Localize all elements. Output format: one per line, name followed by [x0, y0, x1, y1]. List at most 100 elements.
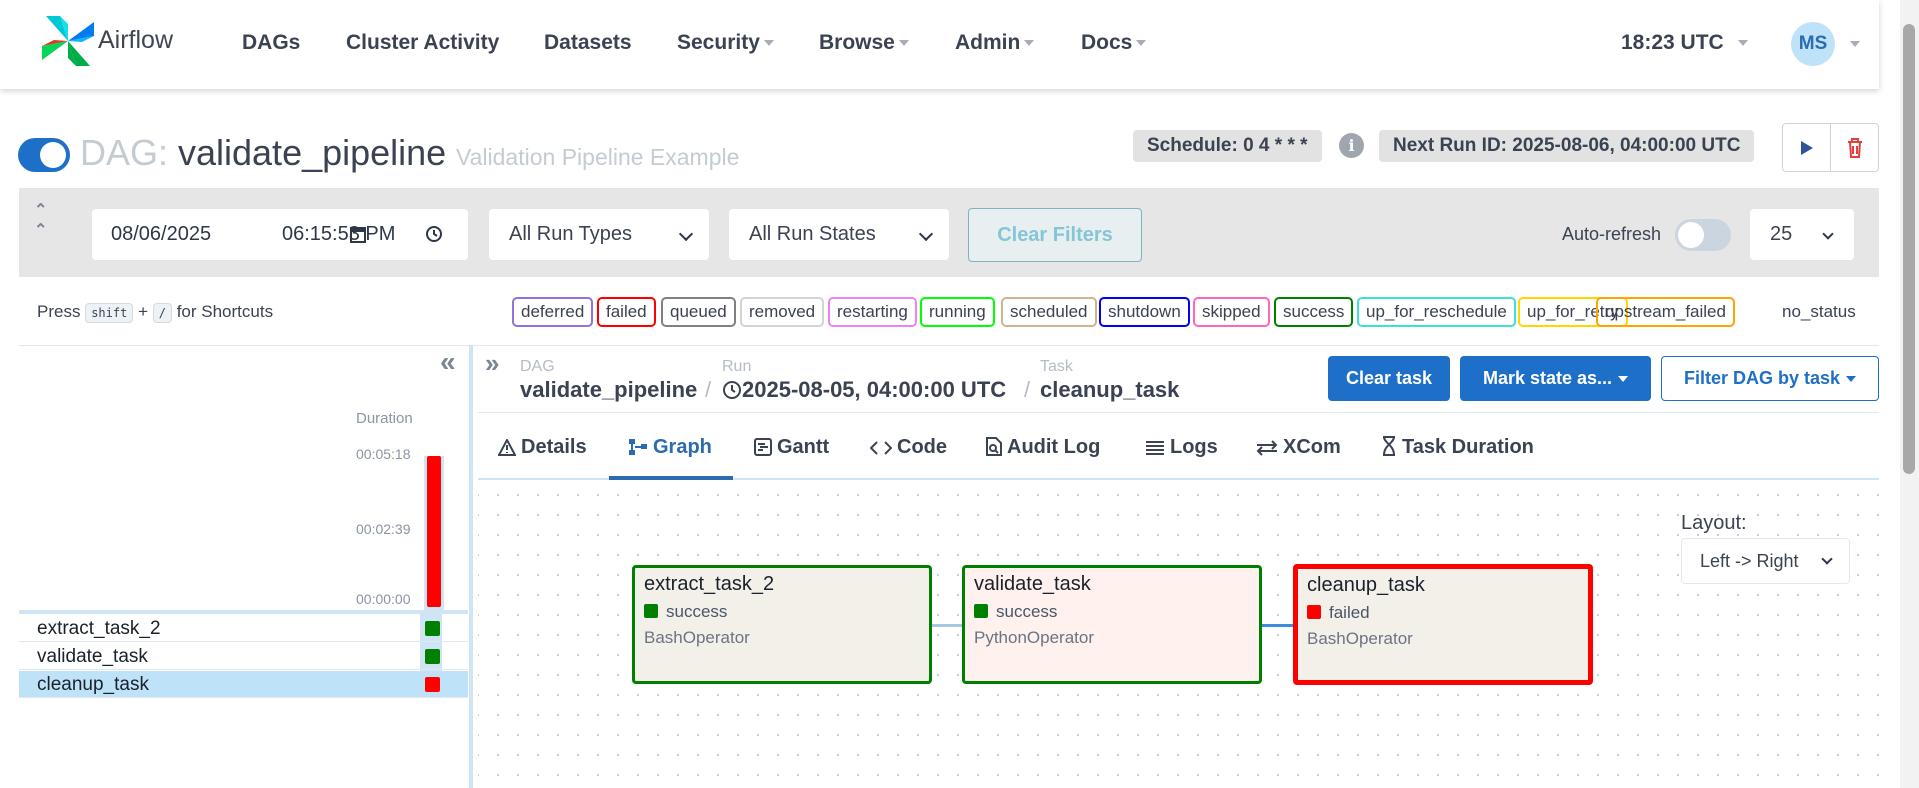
graph-node-extract-task-2[interactable]: extract_task_2 success BashOperator: [632, 565, 932, 684]
tab-gantt[interactable]: Gantt: [754, 436, 829, 480]
tab-xcom-label: XCom: [1283, 436, 1341, 458]
filter-dag-by-task-button[interactable]: Filter DAG by task: [1661, 356, 1879, 401]
breadcrumb-task-label: Task: [1040, 358, 1073, 375]
tab-details[interactable]: Details: [497, 436, 587, 480]
layout-value: Left -> Right: [1700, 551, 1799, 571]
info-icon[interactable]: i: [1339, 133, 1364, 158]
nav-browse[interactable]: Browse: [819, 31, 909, 55]
mark-state-label: Mark state as...: [1482, 368, 1613, 388]
task-instance-status-square[interactable]: [425, 677, 440, 692]
legend-deferred[interactable]: deferred: [512, 297, 594, 327]
play-icon: [1800, 140, 1813, 155]
dag-prefix: DAG:: [80, 132, 169, 173]
swap-arrows-icon: [1256, 440, 1278, 456]
legend-queued[interactable]: queued: [661, 297, 736, 327]
graph-node-cleanup-task[interactable]: cleanup_task failed BashOperator: [1293, 564, 1593, 685]
node-operator: BashOperator: [644, 628, 750, 647]
legend-failed[interactable]: failed: [597, 297, 656, 327]
collapse-up-icon[interactable]: ⌃ ⌃: [34, 200, 47, 240]
nav-docs[interactable]: Docs: [1081, 31, 1147, 55]
graph-edge: [1261, 624, 1296, 627]
tab-logs[interactable]: Logs: [1145, 436, 1218, 480]
time-value: 06:15:53 PM: [282, 223, 396, 245]
page-size-select[interactable]: 25: [1750, 209, 1854, 260]
node-state: failed: [1307, 603, 1579, 623]
task-row-extract-task-2[interactable]: extract_task_2: [19, 615, 468, 642]
nav-admin[interactable]: Admin: [955, 31, 1035, 55]
task-row-cleanup-task[interactable]: cleanup_task: [19, 671, 468, 698]
legend-shutdown[interactable]: shutdown: [1099, 297, 1190, 327]
run-types-select[interactable]: All Run Types: [489, 209, 709, 260]
tab-audit-log-label: Audit Log: [1007, 436, 1101, 458]
breadcrumb-separator: /: [1024, 377, 1031, 402]
state-square-icon: [1307, 605, 1321, 619]
breadcrumb-run[interactable]: 2025-08-05, 04:00:00 UTC: [722, 377, 1006, 403]
page-size-value: 25: [1770, 223, 1793, 245]
task-instance-status-square[interactable]: [425, 621, 440, 636]
tab-logs-label: Logs: [1170, 436, 1218, 458]
user-avatar[interactable]: MS: [1791, 22, 1835, 66]
tab-code-label: Code: [897, 436, 947, 458]
chevron-down-icon: [1024, 40, 1035, 47]
graph-node-validate-task[interactable]: validate_task success PythonOperator: [962, 565, 1262, 684]
tab-xcom[interactable]: XCom: [1256, 436, 1341, 480]
nav-datasets[interactable]: Datasets: [544, 31, 632, 55]
tab-details-label: Details: [521, 436, 587, 458]
trigger-dag-button[interactable]: [1782, 123, 1831, 172]
panel-resize-handle[interactable]: [469, 345, 473, 788]
slash-key: /: [152, 302, 172, 323]
clear-task-button[interactable]: Clear task: [1328, 356, 1450, 401]
layout-select[interactable]: Left -> Right: [1681, 538, 1850, 584]
shift-key: shift: [85, 302, 134, 323]
breadcrumb-run-label: Run: [722, 358, 752, 375]
delete-dag-button[interactable]: [1830, 123, 1879, 172]
timezone-menu[interactable]: 18:23 UTC: [1621, 31, 1748, 55]
task-row-validate-task[interactable]: validate_task: [19, 643, 468, 670]
nav-dags[interactable]: DAGs: [242, 31, 300, 55]
tab-audit-log[interactable]: Audit Log: [986, 436, 1100, 480]
breadcrumb-dag[interactable]: validate_pipeline: [520, 377, 697, 403]
tab-code[interactable]: Code: [869, 436, 947, 480]
legend-success[interactable]: success: [1274, 297, 1354, 327]
chevron-down-icon: [898, 40, 909, 47]
duration-header: Duration: [356, 410, 413, 427]
brand-name[interactable]: Airflow: [98, 26, 173, 55]
chevron-down-icon: [1821, 553, 1833, 565]
shortcuts-hint[interactable]: Press shift + / for Shortcuts: [37, 302, 273, 323]
chevron-down-icon: [918, 226, 934, 242]
tab-task-duration[interactable]: Task Duration: [1381, 436, 1534, 480]
date-value: 08/06/2025: [111, 223, 212, 245]
user-menu-chevron-icon[interactable]: [1850, 41, 1860, 47]
legend-restarting[interactable]: restarting: [828, 297, 917, 327]
auto-refresh-toggle[interactable]: [1675, 219, 1731, 251]
airflow-logo-icon[interactable]: [40, 14, 96, 68]
code-icon: [869, 441, 893, 455]
clear-filters-button[interactable]: Clear Filters: [968, 208, 1142, 262]
execution-date-input[interactable]: 08/06/2025 06:15:53 PM: [92, 209, 468, 260]
legend-skipped[interactable]: skipped: [1193, 297, 1270, 327]
page-scrollbar-thumb[interactable]: [1903, 24, 1915, 474]
run-states-select[interactable]: All Run States: [729, 209, 949, 260]
nav-security[interactable]: Security: [677, 31, 774, 55]
tab-graph[interactable]: Graph: [628, 436, 712, 480]
legend-running[interactable]: running: [920, 297, 995, 327]
legend-upstream-failed[interactable]: upstream_failed: [1596, 297, 1735, 327]
node-state: success: [644, 602, 920, 622]
nav-docs-label: Docs: [1081, 31, 1133, 54]
run-duration-bar[interactable]: [427, 456, 441, 607]
legend-no-status[interactable]: no_status: [1782, 302, 1856, 322]
clock-icon[interactable]: [425, 225, 443, 243]
breadcrumb-task[interactable]: cleanup_task: [1040, 377, 1179, 403]
legend-removed[interactable]: removed: [740, 297, 825, 327]
dag-pause-toggle[interactable]: [18, 138, 70, 172]
collapse-grid-icon[interactable]: «: [440, 346, 456, 378]
node-state-label: success: [666, 602, 728, 621]
legend-up-for-reschedule[interactable]: up_for_reschedule: [1357, 297, 1516, 327]
legend-scheduled[interactable]: scheduled: [1001, 297, 1097, 327]
node-state-label: success: [996, 602, 1058, 621]
task-instance-status-square[interactable]: [425, 649, 440, 664]
nav-cluster-activity[interactable]: Cluster Activity: [346, 31, 499, 55]
expand-details-icon[interactable]: »: [485, 348, 499, 379]
run-states-value: All Run States: [749, 223, 876, 245]
mark-state-button[interactable]: Mark state as...: [1460, 356, 1651, 401]
